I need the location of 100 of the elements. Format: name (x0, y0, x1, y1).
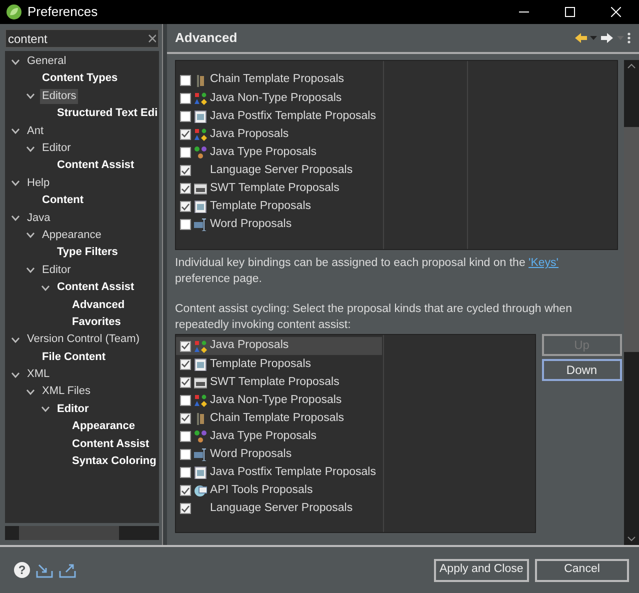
tree-item[interactable]: Advanced (70, 298, 127, 313)
cursor-icon (194, 218, 207, 232)
tree-item[interactable]: Editor (55, 402, 91, 417)
window-title: Preferences (28, 3, 98, 22)
proposal-label: Chain Template Proposals (210, 410, 344, 426)
checkbox[interactable] (180, 74, 191, 86)
chevron-icon[interactable] (11, 372, 20, 378)
proposal-label: Java Postfix Template Proposals (210, 465, 376, 480)
export-icon[interactable] (58, 562, 76, 578)
cursor-icon (194, 448, 207, 462)
checkbox[interactable] (180, 92, 191, 104)
chevron-icon[interactable] (11, 58, 20, 65)
checkbox[interactable] (180, 431, 191, 442)
checkbox[interactable] (180, 412, 191, 424)
checkbox[interactable] (180, 146, 191, 158)
proposal-label: SWT Template Proposals (210, 374, 340, 390)
proposal-label: Word Proposals (210, 446, 292, 462)
checkbox[interactable] (180, 358, 191, 370)
tree-item[interactable]: Favorites (70, 314, 123, 330)
tree-item[interactable]: Type Filters (55, 245, 120, 260)
tree-item[interactable]: Help (25, 176, 52, 191)
document-icon (194, 466, 207, 480)
tree-item[interactable]: Structured Text Edi (55, 106, 159, 122)
apply-close-button[interactable]: Apply and Close (434, 558, 530, 582)
tree-item[interactable]: Content (40, 193, 86, 208)
chevron-icon[interactable] (11, 215, 20, 222)
tree-item[interactable]: Content Assist (70, 436, 152, 452)
circles-icon (194, 430, 207, 444)
clear-icon[interactable] (148, 34, 156, 43)
help-button[interactable]: ? (14, 562, 30, 578)
chevron-icon[interactable] (11, 128, 20, 134)
checkbox[interactable] (180, 485, 191, 496)
tree-item[interactable]: Editor (40, 141, 73, 156)
checkbox[interactable] (180, 340, 191, 352)
proposal-label: Java Postfix Template Proposals (210, 108, 376, 124)
chevron-icon[interactable] (26, 93, 35, 100)
proposal-label: Java Non-Type Proposals (210, 90, 342, 106)
vertical-scrollbar[interactable] (624, 60, 639, 545)
back-arrow-icon[interactable] (574, 32, 588, 44)
proposal-label: Template Proposals (210, 199, 311, 214)
checkbox[interactable] (180, 219, 191, 230)
chevron-icon[interactable] (41, 284, 50, 291)
chevron-icon[interactable] (26, 146, 35, 152)
chevron-icon[interactable] (11, 180, 20, 186)
proposal-label: API Tools Proposals (210, 483, 313, 498)
proposal-label: Chain Template Proposals (210, 72, 344, 88)
page-title: Advanced (175, 29, 238, 48)
forward-arrow-icon[interactable] (600, 32, 614, 44)
tree-item[interactable]: Appearance (40, 228, 104, 243)
dots-icon (194, 92, 207, 105)
checkbox[interactable] (180, 467, 191, 478)
tree-item[interactable]: Version Control (Team) (25, 332, 142, 348)
checkbox[interactable] (180, 165, 191, 176)
bars-icon (194, 412, 207, 425)
tree-item[interactable]: Java (25, 210, 52, 226)
document-icon (194, 110, 207, 123)
checkbox[interactable] (180, 376, 191, 388)
tree-item[interactable]: Content Types (40, 71, 120, 86)
import-icon[interactable] (36, 562, 53, 578)
down-button[interactable]: Down (542, 358, 622, 381)
tree-item[interactable]: General (25, 54, 68, 70)
proposal-label: Language Server Proposals (210, 501, 353, 516)
more-icon[interactable] (627, 32, 631, 44)
tree-item[interactable]: Editor (40, 262, 73, 278)
bars-icon (194, 74, 207, 87)
checkbox[interactable] (180, 394, 191, 406)
proposal-label: Java Proposals (210, 338, 289, 354)
horizontal-scrollbar[interactable] (5, 526, 159, 540)
proposal-label: Java Non-Type Proposals (210, 392, 342, 408)
checkbox[interactable] (180, 201, 191, 212)
tree-item[interactable]: File Content (40, 350, 108, 365)
chevron-icon[interactable] (11, 336, 20, 343)
tree-item[interactable]: Syntax Coloring (70, 454, 158, 470)
chevron-icon[interactable] (26, 388, 35, 395)
document-icon (194, 358, 207, 371)
chevron-icon[interactable] (41, 406, 50, 412)
chevron-icon[interactable] (26, 267, 35, 274)
leaf-logo-icon (6, 4, 22, 20)
proposal-label: Java Type Proposals (210, 428, 317, 444)
tree-item[interactable]: Appearance (70, 419, 137, 434)
tree-item[interactable]: XML Files (40, 384, 92, 400)
tree-item[interactable]: Content Assist (55, 158, 136, 174)
tree-item[interactable]: Content Assist (55, 280, 136, 296)
dots-icon (194, 128, 207, 141)
checkbox[interactable] (180, 110, 191, 122)
tree-item[interactable]: XML (25, 367, 52, 382)
tree-item[interactable]: Editors (40, 88, 78, 104)
key-bindings-note: Individual key bindings can be assigned to each proposal kind on the 'Keys' preference page. (175, 256, 560, 287)
checkbox[interactable] (180, 128, 191, 140)
checkbox[interactable] (180, 183, 191, 194)
checkbox[interactable] (180, 503, 191, 514)
proposal-label: Java Type Proposals (210, 144, 317, 160)
cancel-button[interactable]: Cancel (535, 558, 629, 582)
checkbox[interactable] (180, 449, 191, 460)
tree-item[interactable]: Ant (25, 124, 46, 139)
dots-icon (194, 340, 207, 353)
dots-icon (194, 394, 207, 407)
proposal-label: SWT Template Proposals (210, 180, 340, 196)
chevron-icon[interactable] (26, 232, 35, 238)
cycling-description: Content assist cycling: Select the proposal kinds that are cycled through when repeatedly invoking content assist: (175, 302, 573, 333)
